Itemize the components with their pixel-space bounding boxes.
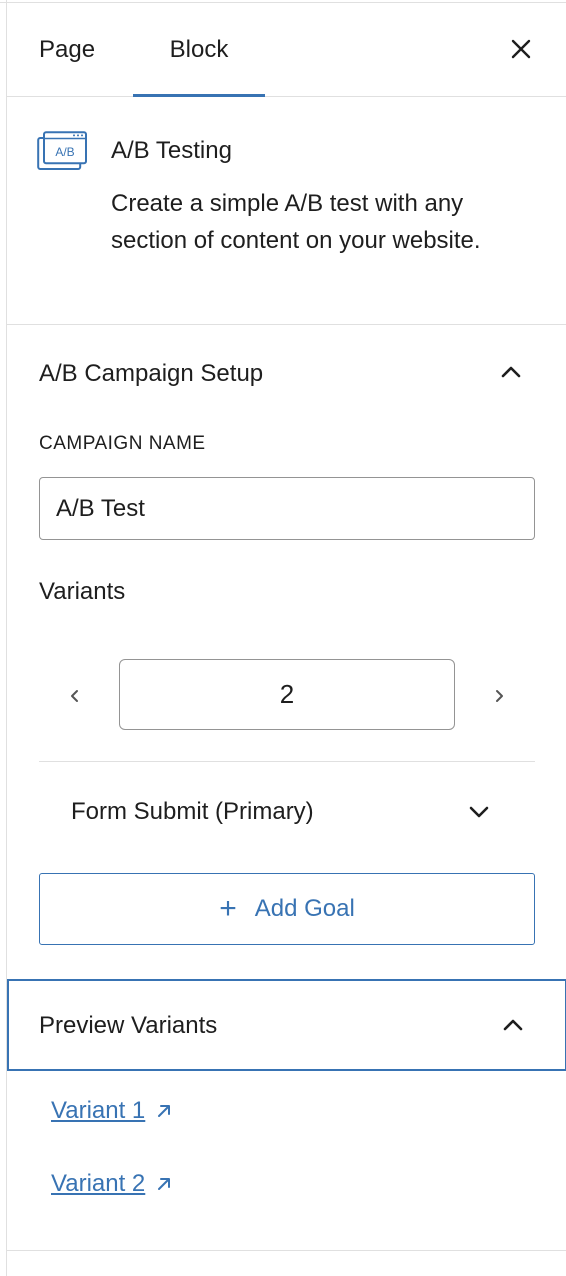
goal-item[interactable]: Form Submit (Primary)	[39, 780, 535, 842]
goal-label: Form Submit (Primary)	[71, 798, 314, 825]
chevron-up-icon	[503, 1019, 523, 1031]
campaign-setup-title: A/B Campaign Setup	[39, 360, 264, 387]
external-link-icon	[158, 1178, 171, 1190]
campaign-name-input[interactable]	[39, 477, 535, 540]
variant-1-label: Variant 1	[51, 1097, 146, 1124]
block-card: A/B A/B Testing Create a simple A/B test…	[7, 97, 566, 325]
chevron-down-icon	[469, 806, 489, 818]
external-link-icon	[158, 1105, 171, 1117]
ab-testing-block-icon: A/B	[37, 131, 87, 170]
variants-count-field[interactable]: 2	[119, 659, 455, 730]
chevron-right-icon	[496, 690, 503, 702]
ab-icon-label: A/B	[55, 145, 74, 159]
chevron-up-icon	[501, 366, 521, 378]
close-button[interactable]	[503, 31, 539, 67]
variant-1-link[interactable]: Variant 1	[51, 1097, 173, 1125]
variant-2-label: Variant 2	[51, 1170, 146, 1197]
add-goal-label: Add Goal	[254, 895, 355, 922]
chevron-left-icon	[71, 690, 78, 702]
tab-page[interactable]: Page	[39, 3, 95, 96]
block-title: A/B Testing	[111, 137, 232, 164]
block-settings-sidebar: Page Block A/B A/B Testing Create a simp…	[6, 0, 566, 1276]
plus-icon: +	[219, 892, 237, 925]
variant-2-link[interactable]: Variant 2	[51, 1170, 173, 1198]
variants-label: Variants	[39, 578, 126, 605]
block-description: Create a simple A/B test with any sectio…	[111, 190, 481, 254]
close-icon	[511, 39, 531, 59]
sidebar-tabs: Page Block	[7, 3, 566, 97]
campaign-name-label: CAMPAIGN NAME	[39, 433, 206, 454]
goal-divider	[39, 761, 535, 762]
variants-increment-button[interactable]	[481, 678, 517, 714]
bottom-divider	[7, 1250, 566, 1251]
add-goal-button[interactable]: + Add Goal	[39, 873, 535, 945]
variants-decrement-button[interactable]	[57, 678, 93, 714]
campaign-setup-toggle[interactable]	[493, 354, 529, 390]
preview-variants-title: Preview Variants	[39, 1012, 218, 1039]
preview-variants-toggle[interactable]: Preview Variants	[7, 979, 566, 1071]
tab-block[interactable]: Block	[133, 3, 265, 97]
